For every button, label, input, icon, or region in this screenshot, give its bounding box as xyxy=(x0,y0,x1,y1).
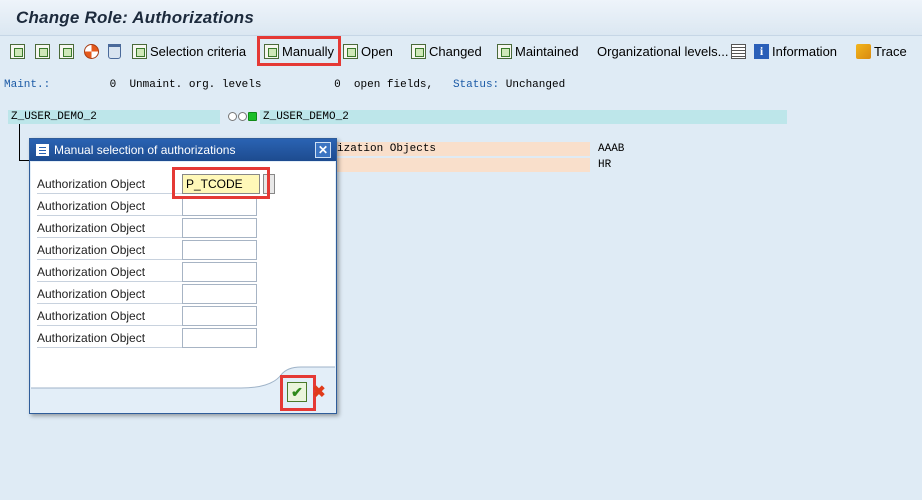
trash-icon xyxy=(108,43,121,59)
expand-all-button[interactable] xyxy=(35,41,50,61)
row-underline xyxy=(37,325,182,326)
toolbar: Selection criteria Manually Open Changed… xyxy=(0,36,922,66)
selection-criteria-button[interactable]: Selection criteria xyxy=(132,41,246,61)
status-value: Unchanged xyxy=(505,79,566,91)
auth-object-row: Authorization Object xyxy=(37,196,329,217)
maint-value: 0 xyxy=(109,79,117,91)
auth-object-label: Authorization Object xyxy=(37,309,146,323)
org-levels-label: Organizational levels... xyxy=(597,43,729,59)
collapse-all-button[interactable] xyxy=(10,41,25,61)
maint-label: Maint.: xyxy=(4,79,51,91)
status-line: Maint.: 0 Unmaint. org. levels 0 open fi… xyxy=(4,79,565,91)
changed-button[interactable]: Changed xyxy=(411,41,482,61)
delete-button[interactable] xyxy=(108,41,121,61)
auth-object-row: Authorization Object xyxy=(37,262,329,283)
changed-icon xyxy=(411,43,426,59)
auth-object-row: Authorization Object xyxy=(37,284,329,305)
selection-criteria-label: Selection criteria xyxy=(150,43,247,59)
auth-row-2 xyxy=(336,158,590,172)
dialog-edit-icon xyxy=(36,144,49,156)
auth-object-row: Authorization Object xyxy=(37,240,329,261)
auth-object-row: Authorization Object xyxy=(37,328,329,349)
auth-object-label: Authorization Object xyxy=(37,331,146,345)
deactivate-icon xyxy=(84,43,99,59)
row-underline xyxy=(37,303,182,304)
auth-objects-text[interactable]: ization Objects xyxy=(337,143,436,155)
row-underline xyxy=(37,237,182,238)
status-light-icon xyxy=(228,112,237,121)
role-name-right: Z_USER_DEMO_2 xyxy=(263,111,349,123)
input-highlight xyxy=(172,167,270,199)
auth-object-input[interactable] xyxy=(182,240,257,260)
auth-object-input[interactable] xyxy=(182,262,257,282)
manually-label: Manually xyxy=(282,43,335,59)
information-label: Information xyxy=(772,43,838,59)
row-underline xyxy=(37,281,182,282)
information-button[interactable]: i Information xyxy=(754,41,837,61)
auth-object-row: Authorization Object xyxy=(37,218,329,239)
maintained-button[interactable]: Maintained xyxy=(497,41,579,61)
dialog-close-button[interactable]: ✕ xyxy=(315,142,331,158)
auth-row-2-value: HR xyxy=(598,159,612,171)
auth-object-label: Authorization Object xyxy=(37,243,146,257)
selection-criteria-icon xyxy=(132,43,147,59)
auth-object-label: Authorization Object xyxy=(37,199,146,213)
row-underline xyxy=(37,347,182,348)
row-underline xyxy=(37,193,182,194)
auth-object-input[interactable] xyxy=(182,328,257,348)
page-title: Change Role: Authorizations xyxy=(16,8,255,27)
collapse-icon xyxy=(10,43,25,59)
status-lights xyxy=(228,112,257,121)
deactivate-button[interactable] xyxy=(84,41,99,61)
expand-icon xyxy=(35,43,50,59)
open-label: Open xyxy=(361,43,393,59)
tree-line xyxy=(19,124,20,160)
open-fields-label: open fields, xyxy=(353,79,434,91)
list-icon xyxy=(731,43,746,59)
trace-button[interactable]: Trace xyxy=(856,41,907,61)
status-light-green-icon xyxy=(248,112,257,121)
maintained-icon xyxy=(497,43,512,59)
title-bar: Change Role: Authorizations xyxy=(0,0,922,36)
dialog-title-bar: Manual selection of authorizations xyxy=(30,139,336,161)
auth-object-label: Authorization Object xyxy=(37,287,146,301)
org-levels-button[interactable]: Organizational levels... xyxy=(597,41,729,61)
manually-icon xyxy=(264,43,279,59)
auth-objects-value: AAAB xyxy=(598,143,625,155)
auth-object-row: Authorization Object xyxy=(37,306,329,327)
cancel-button[interactable]: ✖ xyxy=(310,384,328,402)
maintained-label: Maintained xyxy=(515,43,579,59)
status-light-icon xyxy=(238,112,247,121)
info-icon: i xyxy=(754,43,769,59)
row-underline xyxy=(37,215,182,216)
auth-object-input[interactable] xyxy=(182,196,257,216)
unmaint-value: 0 xyxy=(334,79,341,91)
status-label: Status: xyxy=(452,79,500,91)
auth-object-label: Authorization Object xyxy=(37,265,146,279)
auth-object-input[interactable] xyxy=(182,218,257,238)
trace-label: Trace xyxy=(874,43,907,59)
transfer-button[interactable] xyxy=(59,41,74,61)
list-button[interactable] xyxy=(731,41,746,61)
auth-object-input[interactable] xyxy=(182,306,257,326)
role-name-left[interactable]: Z_USER_DEMO_2 xyxy=(11,111,97,123)
auth-object-input[interactable] xyxy=(182,284,257,304)
trace-icon xyxy=(856,43,871,59)
manually-button[interactable]: Manually xyxy=(256,36,342,66)
changed-label: Changed xyxy=(429,43,482,59)
open-icon xyxy=(343,43,358,59)
row-underline xyxy=(37,259,182,260)
auth-object-label: Authorization Object xyxy=(37,221,146,235)
transfer-icon xyxy=(59,43,74,59)
open-button[interactable]: Open xyxy=(343,41,393,61)
confirm-button[interactable]: ✔ xyxy=(287,382,307,402)
auth-object-label: Authorization Object xyxy=(37,177,146,191)
dialog-title: Manual selection of authorizations xyxy=(54,143,236,157)
unmaint-label: Unmaint. org. levels xyxy=(129,79,262,91)
